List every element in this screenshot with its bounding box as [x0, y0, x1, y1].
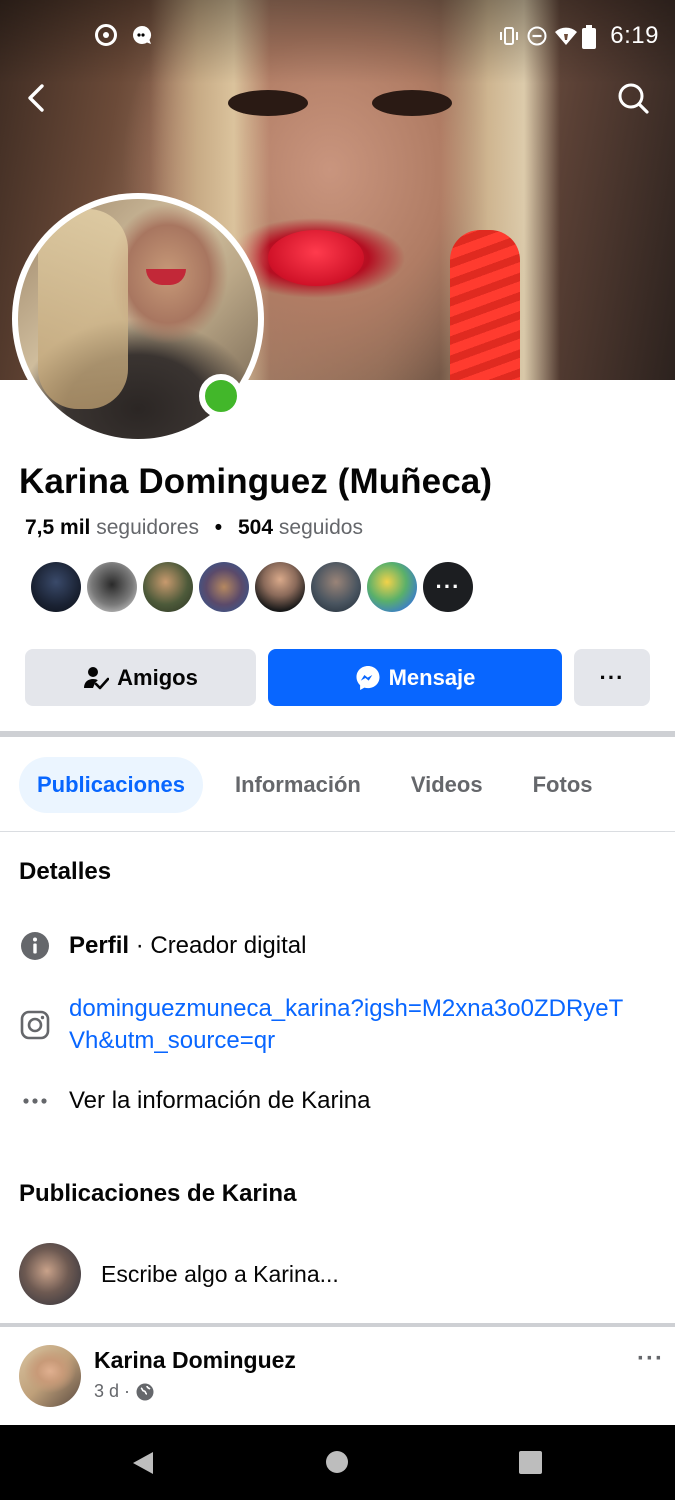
details-title: Detalles	[19, 858, 112, 885]
nav-back-icon[interactable]	[130, 1450, 156, 1476]
messenger-icon	[356, 665, 380, 690]
back-button[interactable]	[20, 80, 56, 116]
tab-informacion[interactable]: Información	[217, 757, 379, 813]
nav-recents-icon[interactable]	[519, 1451, 542, 1474]
post-more-button[interactable]: ···	[637, 1345, 664, 1373]
friend-avatar[interactable]	[87, 562, 137, 612]
friend-avatar[interactable]	[143, 562, 193, 612]
online-status-dot	[199, 374, 243, 418]
more-dots-icon	[19, 1085, 51, 1117]
vibrate-icon	[498, 25, 519, 47]
profile-page: 6:19 Karina Dominguez (Muñeca) 7,5 mil s…	[0, 0, 675, 1500]
message-button[interactable]: Mensaje	[268, 649, 562, 706]
globe-icon	[136, 1383, 154, 1400]
screen-record-icon	[95, 24, 117, 46]
detail-more-info[interactable]: Ver la información de Karina	[19, 1085, 659, 1117]
followers-count[interactable]: 7,5 mil	[25, 516, 90, 539]
instagram-icon	[19, 1009, 51, 1041]
posts-title: Publicaciones de Karina	[19, 1180, 297, 1207]
message-button-label: Mensaje	[388, 664, 476, 690]
more-options-button[interactable]: ···	[574, 649, 650, 706]
user-avatar	[19, 1243, 81, 1305]
do-not-disturb-icon	[526, 25, 547, 47]
search-icon	[618, 83, 649, 114]
tab-fotos[interactable]: Fotos	[515, 757, 611, 813]
friend-avatar[interactable]	[199, 562, 249, 612]
friends-button-label: Amigos	[117, 664, 198, 690]
tab-publicaciones[interactable]: Publicaciones	[19, 757, 203, 813]
more-info-link[interactable]: Ver la información de Karina	[69, 1085, 371, 1117]
stats-separator: •	[214, 516, 223, 539]
following-label[interactable]: seguidos	[279, 516, 363, 539]
followers-label[interactable]: seguidores	[96, 516, 199, 539]
post-meta: 3 d ·	[94, 1381, 154, 1402]
chevron-left-icon	[28, 84, 44, 112]
tab-videos[interactable]: Videos	[393, 757, 501, 813]
detail-profile-type: Perfil · Creador digital	[19, 930, 659, 962]
friends-button[interactable]: Amigos	[25, 649, 256, 706]
friend-avatar[interactable]	[31, 562, 81, 612]
wifi-icon	[554, 25, 578, 47]
info-icon	[19, 930, 51, 962]
search-button[interactable]	[615, 80, 651, 116]
nav-home-icon[interactable]	[326, 1451, 348, 1473]
section-divider	[0, 731, 675, 737]
post-header: Karina Dominguez 3 d · ···	[19, 1345, 664, 1409]
profile-tabs: Publicaciones Información Videos Fotos	[19, 757, 611, 813]
clock: 6:19	[610, 22, 659, 49]
chat-bubble-icon	[131, 24, 152, 46]
system-nav-bar	[0, 1425, 675, 1500]
profile-name: Karina Dominguez (Muñeca)	[19, 462, 493, 501]
tabs-divider	[0, 831, 675, 832]
friend-avatar[interactable]	[311, 562, 361, 612]
profile-actions: Amigos Mensaje ···	[25, 649, 650, 706]
post-composer[interactable]: Escribe algo a Karina...	[19, 1243, 339, 1305]
feed-divider	[0, 1323, 675, 1327]
profile-label: Perfil	[69, 932, 130, 959]
post-author-name[interactable]: Karina Dominguez	[94, 1347, 296, 1374]
mutual-friends-row: ···	[31, 562, 473, 612]
post-time[interactable]: 3 d ·	[94, 1381, 130, 1402]
friend-avatar[interactable]	[367, 562, 417, 612]
following-count[interactable]: 504	[238, 516, 273, 539]
composer-prompt[interactable]: Escribe algo a Karina...	[101, 1261, 339, 1288]
friend-check-icon	[84, 666, 110, 689]
detail-instagram: dominguezmuneca_karina?igsh=M2xna3o0ZDRy…	[19, 993, 659, 1057]
status-bar: 6:19	[0, 0, 675, 72]
more-friends-button[interactable]: ···	[423, 562, 473, 612]
instagram-link[interactable]: dominguezmuneca_karina?igsh=M2xna3o0ZDRy…	[69, 993, 629, 1057]
post-author-avatar[interactable]	[19, 1345, 81, 1407]
friend-avatar[interactable]	[255, 562, 305, 612]
profile-category: · Creador digital	[129, 932, 307, 959]
battery-icon	[582, 25, 602, 49]
follow-stats: 7,5 mil seguidores • 504 seguidos	[25, 516, 363, 540]
